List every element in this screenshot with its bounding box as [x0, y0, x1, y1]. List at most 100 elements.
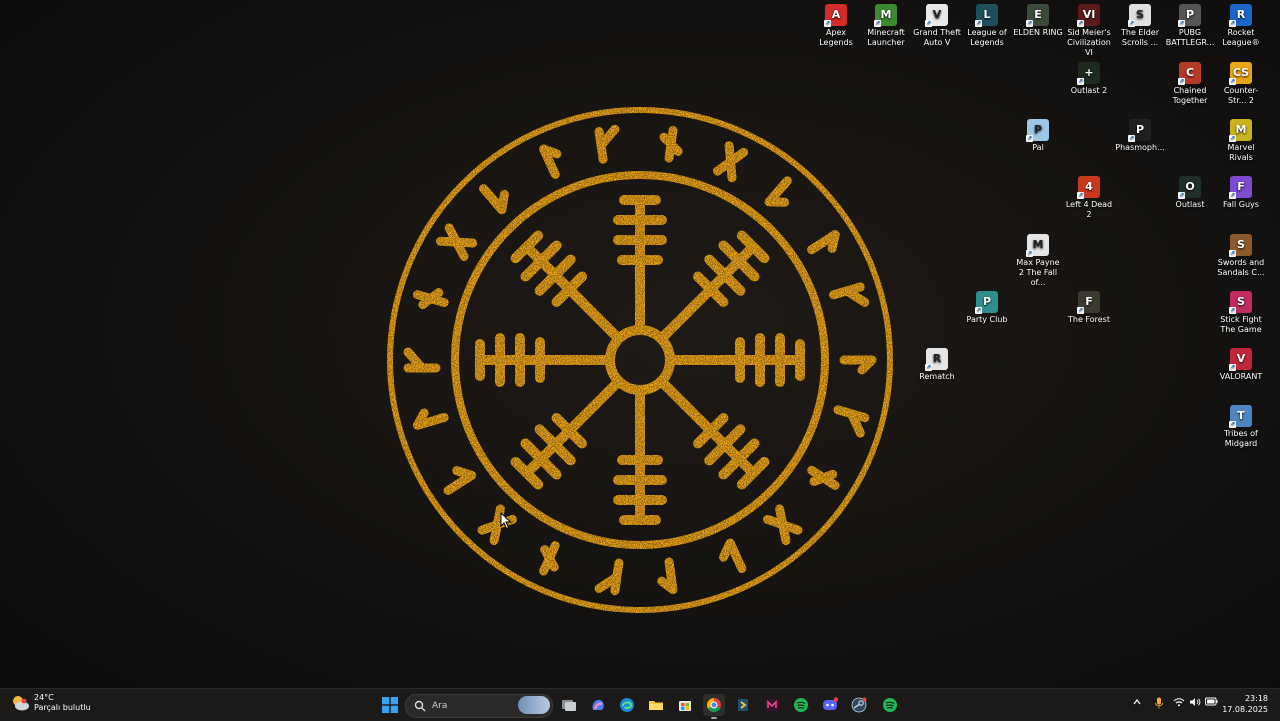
shortcut-arrow-icon: ↗ [1229, 192, 1236, 199]
desktop-icon[interactable]: C ↗ Chained Together [1165, 62, 1215, 106]
store-icon [679, 701, 691, 711]
shortcut-arrow-icon: ↗ [1229, 135, 1236, 142]
file-explorer-button[interactable] [645, 694, 667, 716]
app-glyph: S [1136, 8, 1144, 21]
microsoft-store-button[interactable] [674, 694, 696, 716]
desktop-icon[interactable]: T ↗ Tribes of Midgard [1216, 405, 1266, 449]
start-button[interactable] [379, 694, 401, 716]
desktop-icon-label: Phasmoph... [1115, 143, 1165, 152]
desktop-icon[interactable]: R ↗ Rematch [912, 348, 962, 382]
chrome-button[interactable] [703, 694, 725, 719]
app-glyph: P [1185, 8, 1195, 21]
desktop-icon[interactable]: F ↗ The Forest [1064, 291, 1114, 325]
app-button-arrow[interactable] [732, 694, 754, 716]
desktop-icon-label: Party Club [966, 315, 1008, 324]
search-icon [414, 700, 426, 712]
shortcut-arrow-icon: ↗ [1178, 192, 1185, 199]
desktop-icon[interactable]: R ↗ Rocket League® [1216, 4, 1266, 48]
app-shortcut-icon: VI ↗ [1077, 4, 1100, 27]
app-glyph: VI [1082, 8, 1096, 21]
desktop-icon[interactable]: S ↗ The Elder Scrolls ... [1115, 4, 1165, 48]
battery-icon[interactable] [1204, 697, 1218, 711]
wifi-icon[interactable] [1172, 697, 1186, 711]
desktop-icon[interactable]: + ↗ Outlast 2 [1064, 62, 1114, 96]
desktop-icon[interactable]: V ↗ VALORANT [1216, 348, 1266, 382]
shortcut-arrow-icon: ↗ [1128, 20, 1135, 27]
desktop-icon[interactable]: P ↗ PUBG BATTLEGR... [1165, 4, 1215, 48]
desktop-icon[interactable]: O ↗ Outlast [1165, 176, 1215, 210]
task-view-icon [562, 700, 576, 711]
app-shortcut-icon: V ↗ [925, 4, 948, 27]
steam-icon [851, 697, 867, 713]
desktop[interactable]: A ↗ Apex Legends M ↗ Minecraft Launcher V ↗ Gran… [0, 0, 1280, 688]
desktop-icon[interactable]: L ↗ League of Legends [962, 4, 1012, 48]
app-glyph: L [983, 8, 991, 21]
desktop-icon[interactable]: V ↗ Grand Theft Auto V [912, 4, 962, 48]
app-button-m[interactable] [761, 694, 783, 716]
copilot-icon [592, 699, 604, 710]
shortcut-arrow-icon: ↗ [874, 20, 881, 27]
desktop-icon-label: VALORANT [1219, 372, 1263, 381]
desktop-icon[interactable]: M ↗ Marvel Rivals [1216, 119, 1266, 163]
weather-widget[interactable]: 24°C Parçalı bulutlu [10, 693, 91, 713]
spotify-icon [883, 698, 897, 712]
weather-temperature: 24°C [34, 693, 54, 702]
app-shortcut-icon: M ↗ [1026, 234, 1049, 257]
shortcut-arrow-icon: ↗ [1178, 78, 1185, 85]
desktop-icon-label: ELDEN RING [1013, 28, 1063, 37]
app-shortcut-icon: + ↗ [1077, 62, 1100, 85]
desktop-icon[interactable]: 4 ↗ Left 4 Dead 2 [1064, 176, 1114, 220]
desktop-icon-label: Left 4 Dead 2 [1065, 200, 1113, 219]
system-tray: 23:18 17.08.2025 [1120, 689, 1280, 721]
shortcut-arrow-icon: ↗ [1077, 192, 1084, 199]
desktop-icon-label: League of Legends [967, 28, 1007, 47]
spotify-button[interactable] [790, 694, 812, 716]
desktop-icon[interactable]: S ↗ Stick Fight The Game [1216, 291, 1266, 335]
desktop-icon-label: Rematch [919, 372, 955, 381]
discord-button[interactable] [819, 694, 841, 716]
shortcut-arrow-icon: ↗ [1128, 135, 1135, 142]
steam-button[interactable] [848, 694, 870, 716]
clock[interactable]: 23:18 17.08.2025 [1222, 693, 1268, 715]
app-glyph: P [1033, 123, 1043, 136]
desktop-icon[interactable]: A ↗ Apex Legends [811, 4, 861, 48]
shortcut-arrow-icon: ↗ [1077, 307, 1084, 314]
desktop-icon[interactable]: CS ↗ Counter-Str... 2 [1216, 62, 1266, 106]
weather-condition: Parçalı bulutlu [34, 703, 91, 712]
task-view-button[interactable] [558, 694, 580, 716]
desktop-icon-label: Rocket League® [1222, 28, 1260, 47]
app-shortcut-icon: M ↗ [874, 4, 897, 27]
show-hidden-icons-chevron-up-icon[interactable] [1130, 697, 1144, 711]
desktop-icon[interactable]: M ↗ Minecraft Launcher [861, 4, 911, 48]
desktop-icon-label: Sid Meier's Civilization VI [1067, 28, 1111, 57]
shortcut-arrow-icon: ↗ [1229, 20, 1236, 27]
volume-icon[interactable] [1188, 697, 1202, 711]
app-glyph: F [1085, 295, 1093, 308]
taskbar-search[interactable]: Ara [405, 694, 553, 718]
desktop-icon[interactable]: S ↗ Swords and Sandals C... [1216, 234, 1266, 278]
app-glyph: E [1034, 8, 1042, 21]
desktop-icon[interactable]: E ↗ ELDEN RING [1013, 4, 1063, 38]
desktop-icon[interactable]: F ↗ Fall Guys [1216, 176, 1266, 210]
app-glyph: O [1185, 180, 1195, 193]
app-shortcut-icon: S ↗ [1229, 291, 1252, 314]
microphone-icon[interactable] [1152, 697, 1166, 711]
edge-browser-button[interactable] [616, 694, 638, 716]
desktop-icon[interactable]: VI ↗ Sid Meier's Civilization VI [1064, 4, 1114, 58]
spotify-secondary-button[interactable] [879, 694, 901, 716]
weather-icon [13, 696, 29, 711]
desktop-icon[interactable]: P ↗ Phasmoph... [1115, 119, 1165, 153]
discord-icon [823, 697, 838, 710]
app-glyph: P [982, 295, 992, 308]
desktop-icon-label: Minecraft Launcher [867, 28, 905, 47]
shortcut-arrow-icon: ↗ [1229, 364, 1236, 371]
desktop-icon[interactable]: P ↗ Pal [1013, 119, 1063, 153]
desktop-icon[interactable]: P ↗ Party Club [962, 291, 1012, 325]
copilot-button[interactable] [587, 694, 609, 716]
app-shortcut-icon: S ↗ [1229, 234, 1252, 257]
desktop-icon[interactable]: M ↗ Max Payne 2 The Fall of... [1013, 234, 1063, 288]
shortcut-arrow-icon: ↗ [1229, 250, 1236, 257]
shortcut-arrow-icon: ↗ [1026, 135, 1033, 142]
shortcut-arrow-icon: ↗ [824, 20, 831, 27]
desktop-icon-label: Fall Guys [1223, 200, 1259, 209]
